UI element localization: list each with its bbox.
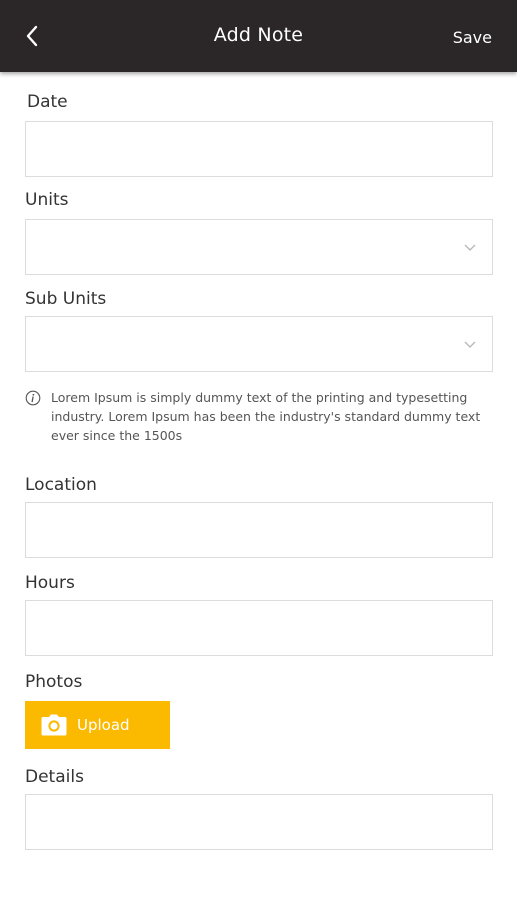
- units-select[interactable]: [25, 219, 493, 275]
- info-note: Lorem Ipsum is simply dummy text of the …: [25, 388, 493, 445]
- sub-units-label: Sub Units: [25, 289, 107, 309]
- date-label: Date: [27, 92, 68, 112]
- upload-label: Upload: [77, 716, 130, 734]
- details-field[interactable]: [25, 794, 493, 850]
- location-field[interactable]: [25, 502, 493, 558]
- save-button[interactable]: Save: [453, 28, 492, 47]
- page-title: Add Note: [213, 24, 304, 46]
- info-icon: [25, 390, 41, 406]
- hours-label: Hours: [25, 573, 75, 593]
- date-field[interactable]: [25, 121, 493, 177]
- chevron-down-icon: [464, 341, 476, 348]
- camera-icon: [41, 714, 67, 736]
- photos-label: Photos: [25, 672, 83, 692]
- chevron-down-icon: [464, 244, 476, 251]
- info-text: Lorem Ipsum is simply dummy text of the …: [51, 390, 481, 443]
- details-label: Details: [25, 767, 84, 787]
- app-bar: Add Note Save: [0, 0, 517, 72]
- hours-field[interactable]: [25, 600, 493, 656]
- units-label: Units: [25, 190, 69, 210]
- sub-units-select[interactable]: [25, 316, 493, 372]
- upload-button[interactable]: Upload: [25, 701, 170, 749]
- location-label: Location: [25, 475, 97, 495]
